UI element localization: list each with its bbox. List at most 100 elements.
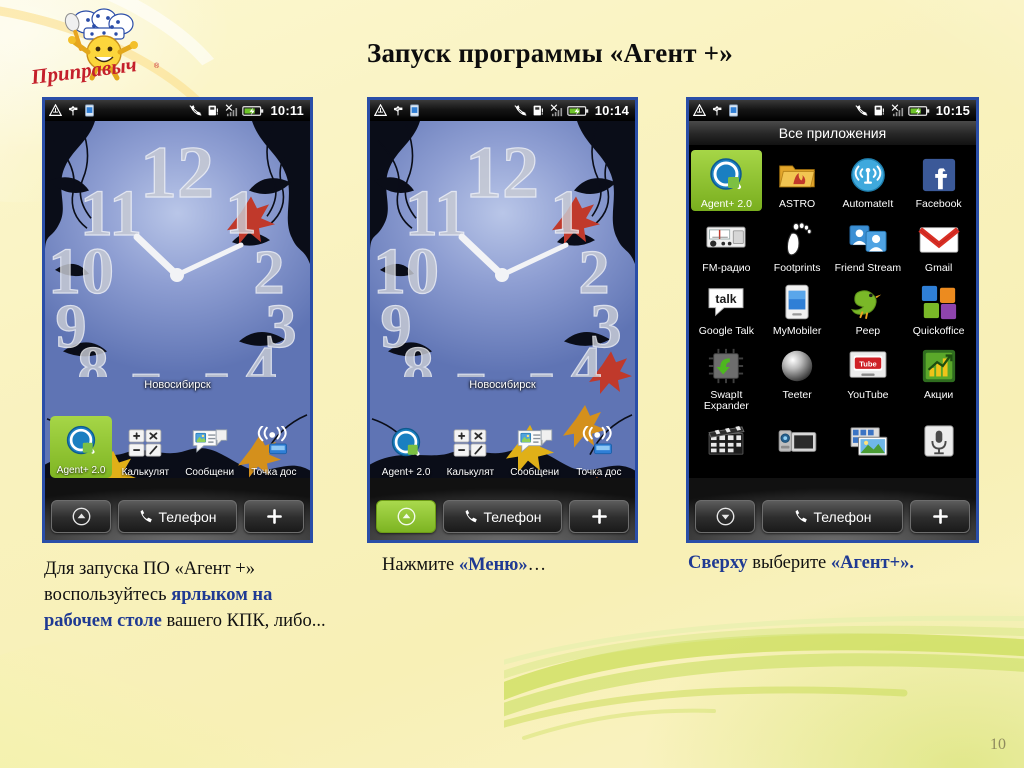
teeter-ball-icon — [762, 344, 833, 388]
caption2-part2: … — [527, 555, 547, 575]
app-cell-teeter[interactable]: Teeter — [762, 341, 833, 413]
svg-text:4: 4 — [246, 335, 277, 377]
status-bar-1: ! 10:11 — [45, 100, 310, 121]
svg-text:!: ! — [216, 108, 219, 117]
app-grid: Agent+ 2.0 ASTRO AutomateIt Facebook FM-… — [689, 146, 976, 465]
app-cell-voice-recorder[interactable] — [903, 416, 974, 465]
no-signal-icon — [550, 104, 562, 117]
battery-charging-icon — [242, 105, 264, 116]
svg-text:7: 7 — [455, 361, 486, 377]
app-label: Quickoffice — [912, 325, 965, 337]
phone-screenshot-2: ! 10:14 12 11 1 10 2 9 3 8 4 Новосибирск… — [367, 97, 638, 543]
app-label: FM-радио — [702, 261, 751, 274]
home-icon-label: Сообщени — [510, 467, 560, 478]
caption-step-3: Сверху выберите «Агент+». — [688, 550, 978, 576]
home-icon-messages[interactable]: Сообщени — [504, 421, 566, 478]
phone-dock-label: Телефон — [483, 508, 542, 525]
agent-plus-icon — [375, 421, 437, 465]
app-cell-automateit[interactable]: AutomateIt — [833, 150, 904, 211]
app-cell-facebook[interactable]: Facebook — [903, 150, 974, 211]
app-cell-youtube[interactable]: Tube YouTube — [833, 341, 904, 413]
sd-card-icon — [85, 104, 94, 117]
app-cell-movies[interactable] — [691, 416, 762, 465]
phone-dock-button-1[interactable]: Телефон — [118, 500, 237, 533]
phone-screenshot-1: ! 10:11 12 11 1 10 2 9 3 8 4 Новосибирск… — [42, 97, 313, 543]
svg-text:!: ! — [882, 108, 885, 117]
app-drawer-up-icon — [397, 507, 415, 526]
app-label: ASTRO — [779, 198, 816, 210]
app-drawer-button-1[interactable] — [51, 500, 111, 533]
app-cell-swapit-expander[interactable]: SwapIt Expander — [691, 341, 762, 413]
add-shortcut-button-1[interactable] — [244, 500, 304, 533]
astro-folder-icon — [762, 153, 833, 197]
hotspot-icon — [243, 421, 305, 465]
usb-icon — [393, 106, 403, 116]
app-cell-friend-stream[interactable]: Friend Stream — [833, 214, 904, 275]
home-icon-messages[interactable]: Сообщени — [179, 421, 241, 478]
app-cell-astro[interactable]: ASTRO — [762, 150, 833, 211]
mymobiler-icon — [762, 280, 833, 324]
google-talk-icon: talk — [691, 280, 762, 324]
warning-triangle-icon — [693, 104, 706, 116]
quickoffice-icon — [903, 280, 974, 324]
home-icon-label: Точка дос — [251, 467, 297, 478]
home-screen-wallpaper-1: 12 11 1 10 2 9 3 8 4 7 5 — [45, 121, 310, 540]
stocks-icon — [903, 344, 974, 388]
svg-text:8: 8 — [78, 335, 109, 377]
app-cell-peep[interactable]: Peep — [833, 277, 904, 338]
app-cell-fm-radio[interactable]: FM-радио — [691, 214, 762, 275]
app-label: Footprints — [773, 261, 821, 274]
add-shortcut-button-2[interactable] — [569, 500, 629, 533]
messages-icon — [179, 421, 241, 465]
svg-text:5: 5 — [527, 361, 558, 377]
phone-dock-button-2[interactable]: Телефон — [443, 500, 562, 533]
app-cell-mymobiler[interactable]: MyMobiler — [762, 277, 833, 338]
app-cell-camcorder[interactable] — [762, 416, 833, 465]
phone-dock-label: Телефон — [158, 508, 217, 525]
sd-card-icon — [410, 104, 419, 117]
home-icon-agent-plus[interactable]: Agent+ 2.0 — [50, 416, 113, 478]
status-time-2: 10:14 — [594, 103, 629, 118]
clock-widget-1[interactable]: 12 11 1 10 2 9 3 8 4 7 5 — [45, 127, 310, 429]
app-cell-agent-plus[interactable]: Agent+ 2.0 — [691, 150, 762, 211]
agent-plus-icon — [52, 419, 110, 463]
clock-widget-2[interactable]: 12 11 1 10 2 9 3 8 4 7 5 — [370, 127, 635, 429]
phone-screenshot-3: ! 10:15 Все приложения Agent+ 2.0 ASTRO … — [686, 97, 979, 543]
caption3-highlight1: Сверху — [688, 553, 748, 573]
close-drawer-button[interactable] — [695, 500, 755, 533]
page-number: 10 — [990, 736, 1006, 753]
youtube-icon: Tube — [833, 344, 904, 388]
phone-handset-icon — [795, 509, 808, 523]
app-cell-google-talk[interactable]: talk Google Talk — [691, 277, 762, 338]
caption-step-2: Нажмите «Меню»… — [382, 552, 672, 578]
app-cell-gmail[interactable]: Gmail — [903, 214, 974, 275]
home-icon-agent-plus[interactable]: Agent+ 2.0 — [375, 421, 437, 478]
caption3-part1: выберите — [747, 553, 831, 573]
home-icon-calculator[interactable]: Калькулят — [114, 421, 176, 478]
agent-plus-selection-box: Agent+ 2.0 — [50, 416, 113, 478]
add-shortcut-button-3[interactable] — [910, 500, 970, 533]
camcorder-icon — [762, 419, 833, 463]
automateit-icon — [833, 153, 904, 197]
app-drawer-panel: Все приложения Agent+ 2.0 ASTRO Automate… — [689, 121, 976, 540]
phone-dock-button-3[interactable]: Телефон — [762, 500, 903, 533]
silent-call-icon — [855, 105, 868, 116]
analog-clock-face: 12 11 1 10 2 9 3 8 4 7 5 — [372, 131, 622, 429]
home-icon-hotspot[interactable]: Точка дос — [243, 421, 305, 478]
gmail-icon — [903, 217, 974, 261]
app-cell-quickoffice[interactable]: Quickoffice — [903, 277, 974, 338]
svg-text:Tube: Tube — [859, 359, 876, 368]
status-time-1: 10:11 — [270, 103, 304, 118]
home-icon-calculator[interactable]: Калькулят — [439, 421, 501, 478]
svg-text:Приправыч: Приправыч — [29, 52, 138, 89]
home-icon-hotspot[interactable]: Точка дос — [568, 421, 630, 478]
movies-clapper-icon — [691, 419, 762, 463]
app-cell-stocks[interactable]: Акции — [903, 341, 974, 413]
app-label: Gmail — [924, 261, 953, 274]
app-drawer-button-2[interactable] — [376, 500, 436, 533]
app-drawer-down-icon — [716, 507, 734, 526]
app-cell-gallery[interactable] — [833, 416, 904, 465]
app-cell-footprints[interactable]: Footprints — [762, 214, 833, 275]
home-icon-label: Сообщени — [185, 467, 235, 478]
home-icon-label: Калькулят — [121, 467, 170, 478]
